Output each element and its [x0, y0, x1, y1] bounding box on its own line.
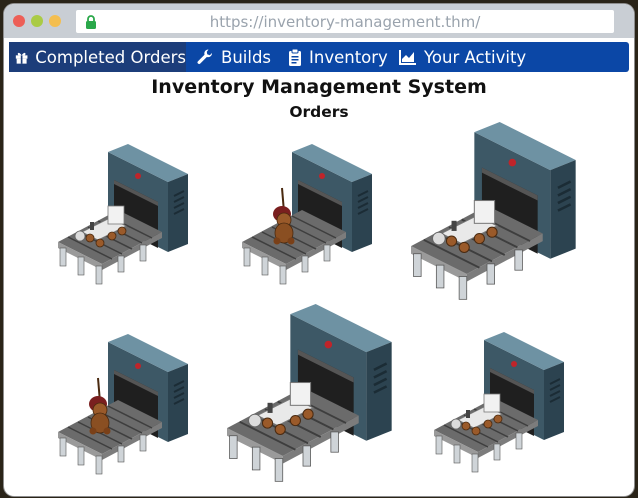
order-machine-bear[interactable]	[242, 144, 392, 294]
maximize-window-button[interactable]	[49, 15, 61, 27]
close-window-button[interactable]	[13, 15, 25, 27]
nav-item-builds[interactable]: Builds	[196, 42, 271, 72]
page-title: Inventory Management System	[151, 76, 487, 98]
chart-icon	[399, 50, 416, 65]
main-navbar: Completed Orders Builds Inventory Your A…	[9, 42, 629, 72]
gift-icon	[15, 52, 28, 64]
nav-item-inventory[interactable]: Inventory	[288, 42, 388, 72]
order-machine-train[interactable]	[58, 144, 208, 294]
order-machine-bear[interactable]	[58, 334, 208, 484]
url-text: https://inventory-management.thm/	[209, 13, 481, 31]
nav-item-label: Builds	[221, 47, 272, 67]
minimize-window-button[interactable]	[31, 15, 43, 27]
nav-item-label: Your Activity	[424, 47, 527, 67]
nav-item-completed-orders[interactable]: Completed Orders	[9, 42, 186, 72]
browser-titlebar: https://inventory-management.thm/	[4, 4, 634, 38]
clipboard-icon	[289, 48, 301, 66]
address-bar[interactable]: https://inventory-management.thm/	[76, 10, 614, 33]
nav-item-your-activity[interactable]: Your Activity	[399, 42, 526, 72]
page-subtitle: Orders	[289, 103, 349, 121]
wrench-icon	[197, 49, 213, 64]
nav-item-label: Inventory	[309, 47, 388, 67]
nav-item-label: Completed Orders	[35, 47, 186, 67]
order-machine-train[interactable]	[434, 332, 584, 482]
browser-window: https://inventory-management.thm/ Comple…	[4, 4, 634, 496]
order-machine-train[interactable]	[406, 122, 606, 312]
order-machine-train[interactable]	[222, 304, 422, 494]
